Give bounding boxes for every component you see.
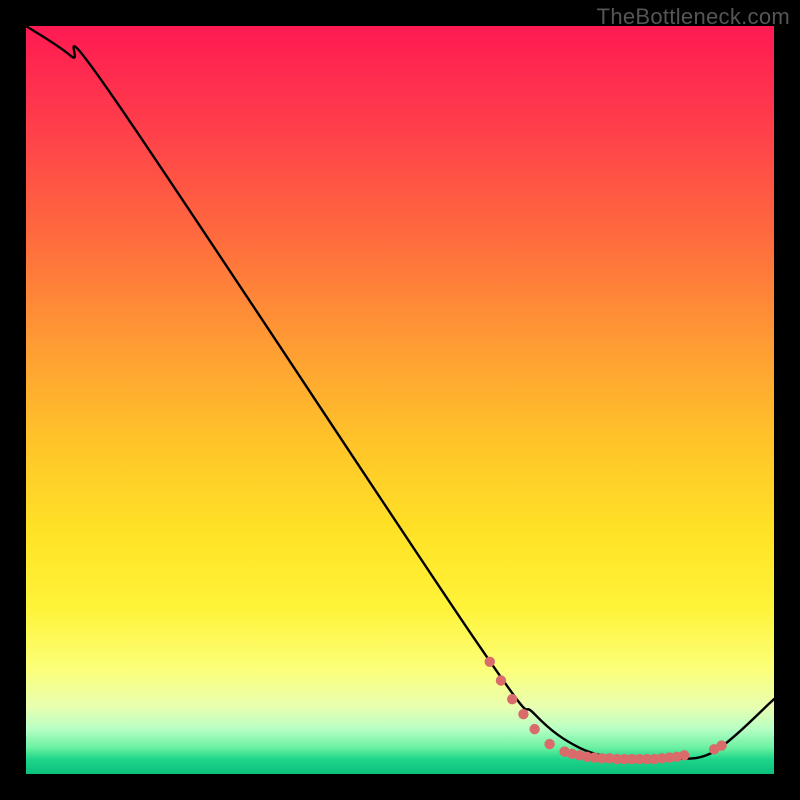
marker-dot bbox=[518, 709, 528, 719]
chart-svg bbox=[26, 26, 774, 774]
watermark-text: TheBottleneck.com bbox=[597, 4, 790, 30]
plot-area bbox=[26, 26, 774, 774]
marker-dot bbox=[679, 750, 689, 760]
marker-dot bbox=[507, 694, 517, 704]
curve-path bbox=[26, 26, 774, 760]
marker-dot bbox=[716, 740, 726, 750]
chart-frame: TheBottleneck.com bbox=[0, 0, 800, 800]
marker-dot bbox=[496, 675, 506, 685]
marker-dot bbox=[529, 724, 539, 734]
marker-dot bbox=[485, 657, 495, 667]
marker-dot bbox=[544, 739, 554, 749]
marker-group bbox=[485, 657, 727, 765]
